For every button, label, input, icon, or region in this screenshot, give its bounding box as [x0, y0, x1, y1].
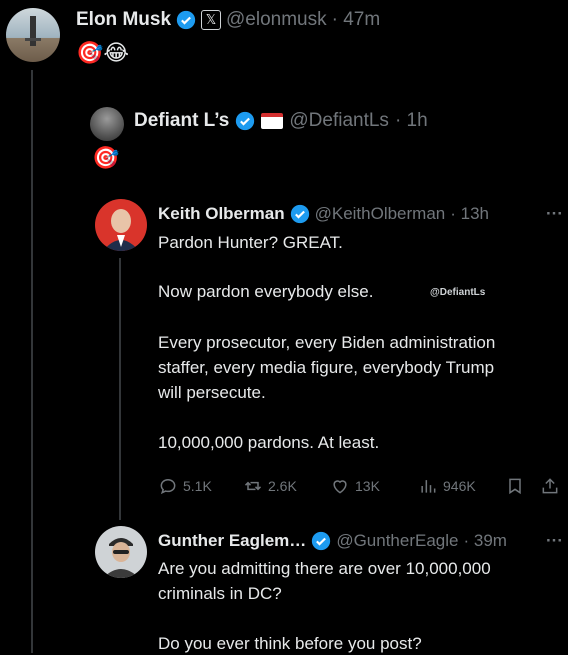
post-time[interactable]: · 13h	[450, 204, 489, 224]
views-chart-icon	[421, 480, 436, 493]
author-handle[interactable]: @elonmusk	[226, 9, 327, 31]
author-handle[interactable]: @KeithOlberman	[315, 204, 446, 224]
bookmark-icon	[509, 478, 521, 495]
repost-button[interactable]: 2.6K	[243, 476, 297, 496]
affiliation-badge-icon	[261, 113, 284, 129]
author-name[interactable]: Elon Musk	[76, 9, 171, 31]
post-text-elon: 🎯😂	[76, 40, 130, 65]
post-header-keith: Keith Olberman @KeithOlberman · 13h ···	[158, 204, 563, 224]
like-count: 13K	[355, 478, 380, 494]
post-line: will persecute.	[158, 383, 266, 402]
author-name[interactable]: Defiant L’s	[134, 110, 229, 132]
post-line: Pardon Hunter? GREAT.	[158, 233, 343, 252]
post-line: 10,000,000 pardons. At least.	[158, 433, 380, 452]
bookmark-button[interactable]	[505, 476, 525, 496]
reply-button[interactable]: 5.1K	[158, 476, 212, 496]
share-button[interactable]	[540, 476, 560, 496]
post-header-gunther: Gunther Eaglem… @GuntherEagle · 39m ···	[158, 531, 563, 551]
thread-line-main	[31, 70, 33, 653]
x-affiliation-badge-icon: 𝕏	[201, 10, 222, 30]
post-line: Are you admitting there are over 10,000,…	[158, 559, 491, 578]
author-name[interactable]: Gunther Eaglem…	[158, 531, 306, 551]
watermark: @DefiantLs	[430, 287, 486, 298]
thread-line-keith	[119, 258, 121, 520]
verified-badge-icon	[236, 111, 255, 131]
post-line: staffer, every media figure, everybody T…	[158, 358, 495, 377]
post-line: Now pardon everybody else.	[158, 282, 374, 301]
more-options-button[interactable]: ···	[546, 204, 563, 224]
post-header-elon: Elon Musk 𝕏 @elonmusk · 47m	[76, 9, 380, 31]
person-photo-icon	[103, 209, 139, 251]
post-line: criminals in DC?	[158, 584, 282, 603]
like-button[interactable]: 13K	[330, 476, 380, 496]
avatar-defiant[interactable]	[90, 107, 124, 141]
post-time[interactable]: · 47m	[332, 9, 381, 31]
post-line: Every prosecutor, every Biden administra…	[158, 333, 496, 352]
views-count: 946K	[443, 478, 476, 494]
verified-badge-icon	[176, 10, 196, 30]
avatar-gunther[interactable]	[95, 526, 147, 578]
author-handle[interactable]: @DefiantLs	[289, 110, 389, 132]
views-button[interactable]: 946K	[418, 476, 476, 496]
person-photo-icon	[103, 538, 139, 578]
post-header-defiant: Defiant L’s @DefiantLs · 1h	[134, 110, 428, 132]
reply-count: 5.1K	[183, 478, 212, 494]
more-options-button[interactable]: ···	[546, 531, 563, 551]
author-name[interactable]: Keith Olberman	[158, 204, 285, 224]
avatar-keith[interactable]	[95, 199, 147, 251]
verified-badge-icon	[312, 531, 331, 551]
post-time[interactable]: · 39m	[463, 531, 506, 551]
author-handle[interactable]: @GuntherEagle	[336, 531, 458, 551]
post-line: Do you ever think before you post?	[158, 634, 422, 653]
rocket-icon	[25, 16, 41, 46]
repost-count: 2.6K	[268, 478, 297, 494]
heart-icon	[333, 480, 347, 494]
reply-icon	[160, 478, 176, 495]
post-time[interactable]: · 1h	[395, 110, 428, 132]
avatar-elon[interactable]	[6, 8, 60, 62]
share-icon	[542, 478, 558, 494]
repost-icon	[244, 481, 262, 491]
post-text-defiant: 🎯	[92, 145, 120, 170]
verified-badge-icon	[290, 204, 309, 224]
